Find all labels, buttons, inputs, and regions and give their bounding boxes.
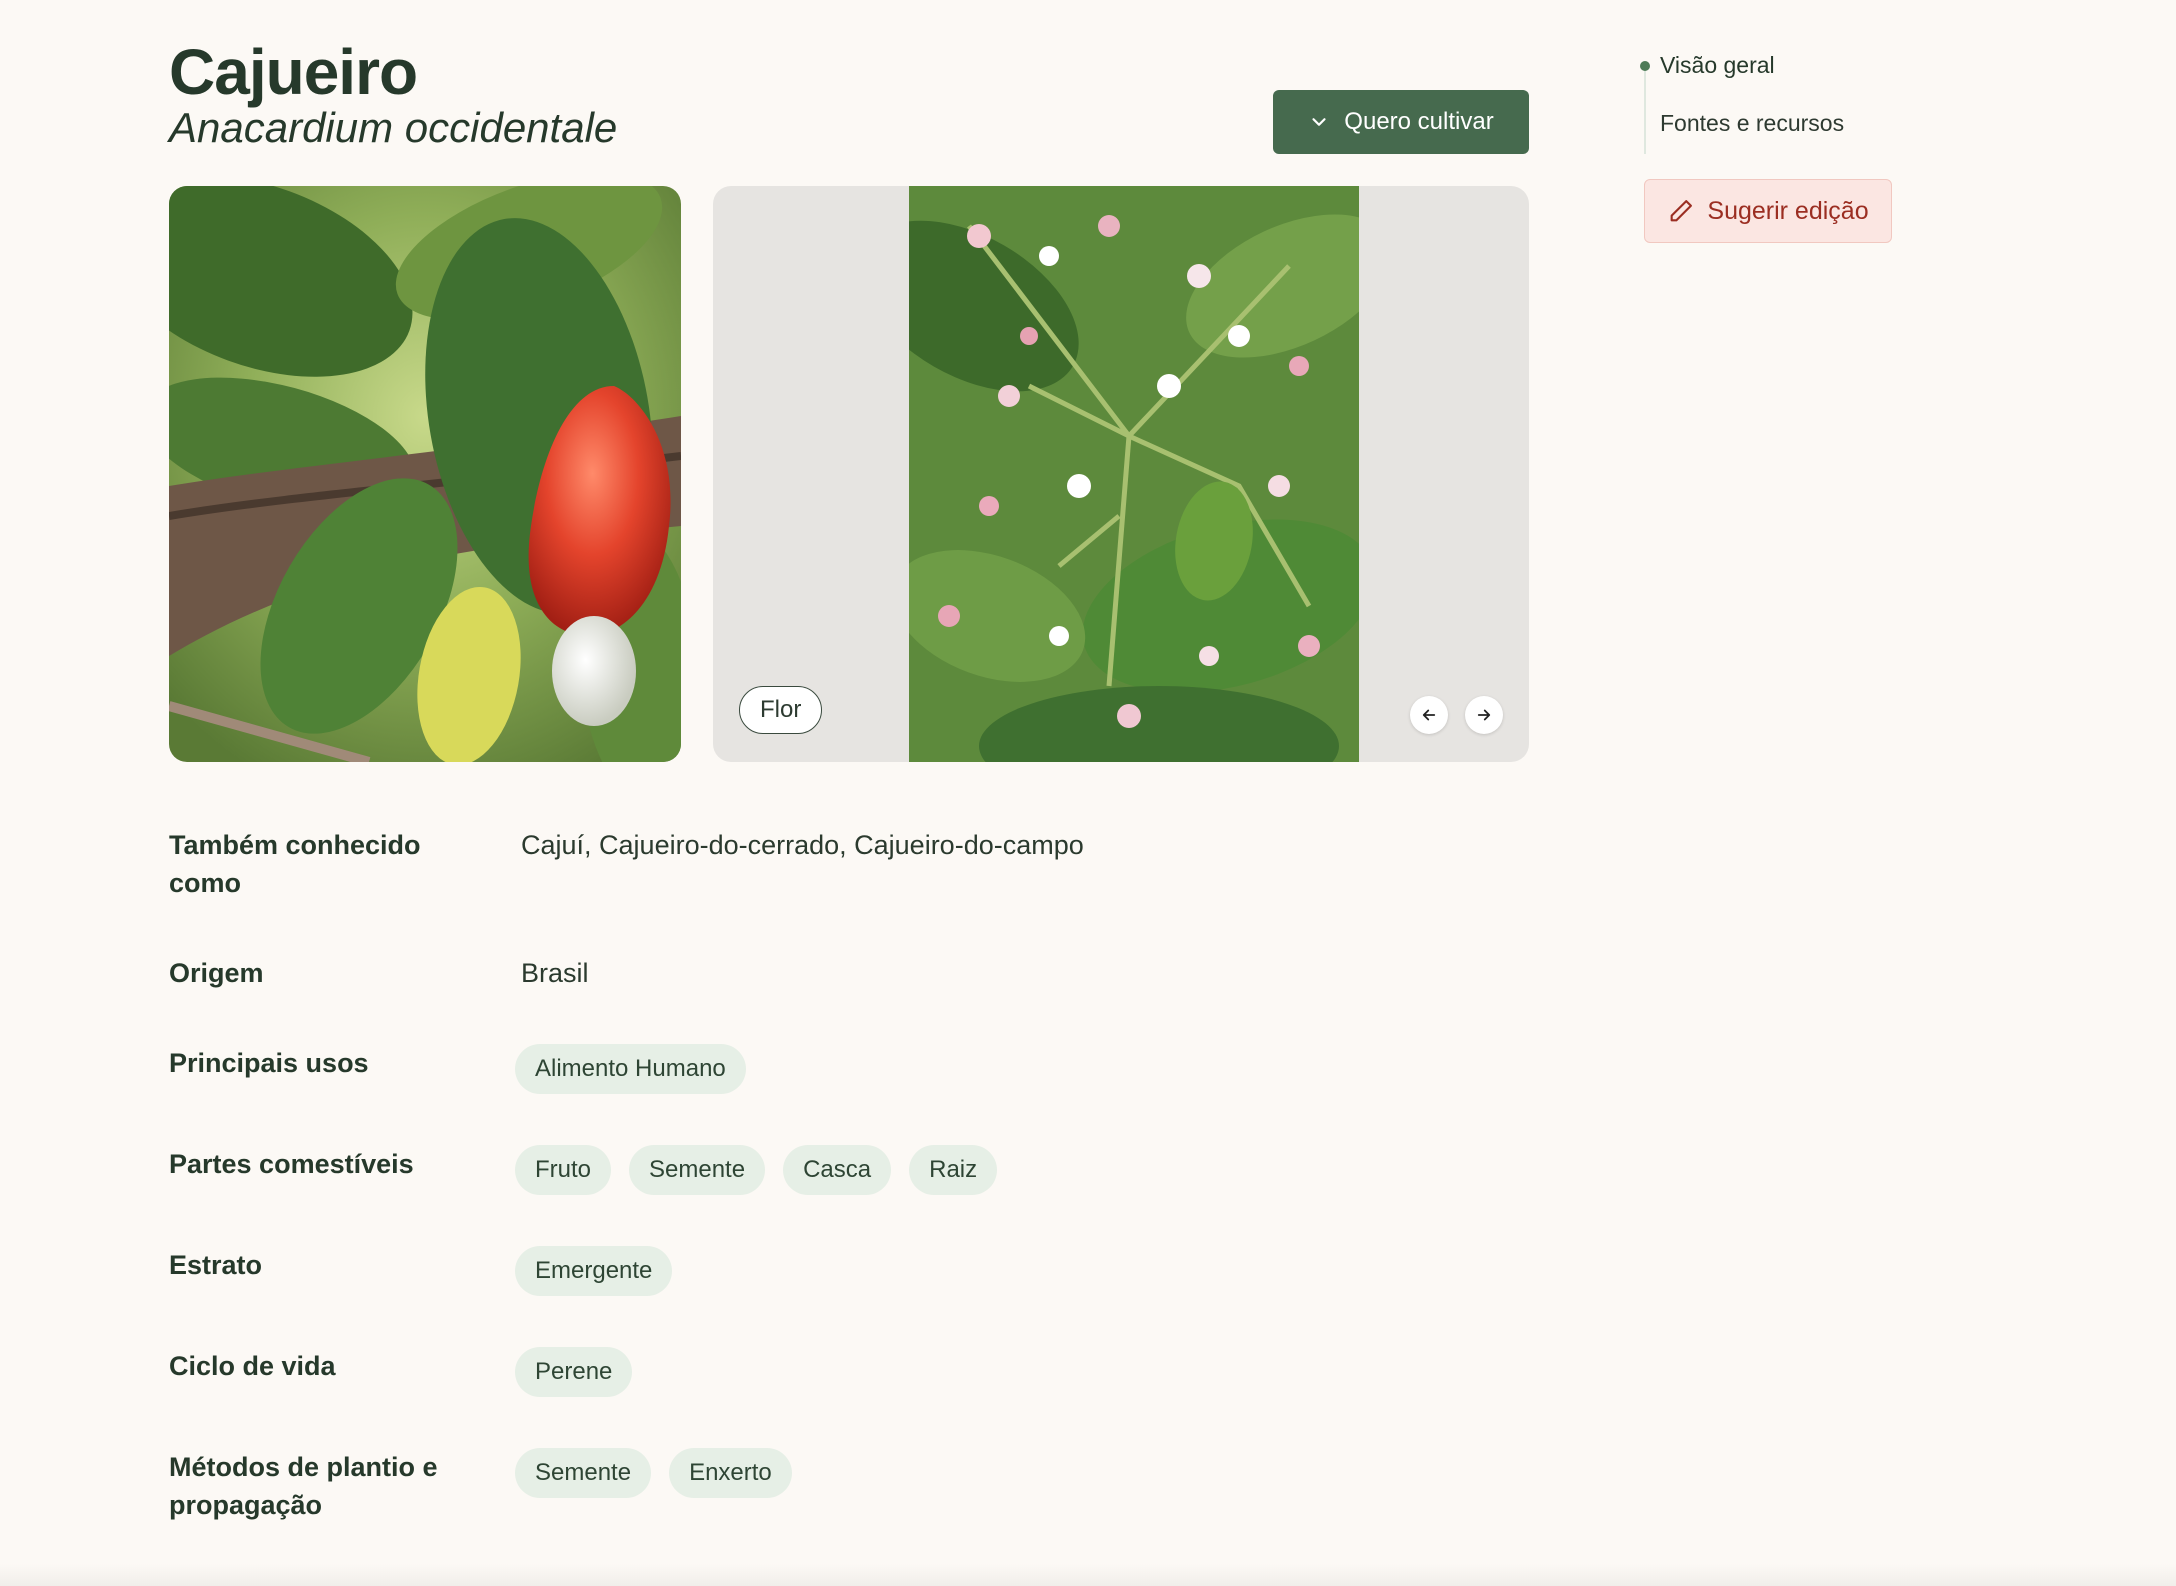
plant-common-name: Cajueiro (169, 36, 418, 108)
propagation-chip: Enxerto (669, 1448, 792, 1498)
edible-parts-label: Partes comestíveis (169, 1149, 414, 1179)
photo-carousel: Flor (713, 186, 1529, 762)
arrow-left-icon (1422, 709, 1436, 721)
cashew-fruit-photo (169, 186, 681, 762)
toc-track (1644, 70, 1646, 154)
propagation-label: Métodos de plantio e propagação (169, 1452, 438, 1520)
edible-part-chip: Raiz (909, 1145, 998, 1195)
photo-tag-chip: Flor (739, 686, 823, 734)
quero-cultivar-label: Quero cultivar (1344, 108, 1494, 135)
pencil-icon (1671, 200, 1693, 222)
propagation-chip: Semente (515, 1448, 652, 1498)
quero-cultivar-button[interactable]: Quero cultivar (1273, 90, 1529, 154)
uses-chips: Alimento Humano (515, 1044, 746, 1094)
stratum-chips: Emergente (515, 1246, 673, 1296)
life-cycle-chips: Perene (515, 1347, 633, 1397)
uses-label: Principais usos (169, 1048, 369, 1078)
cashew-flower-photo (859, 186, 1392, 762)
carousel-next-button[interactable] (1465, 696, 1503, 734)
chevron-down-icon (1312, 118, 1326, 126)
origin-label: Origem (169, 958, 264, 988)
plant-scientific-name: Anacardium occidentale (169, 104, 618, 151)
edible-part-chip: Semente (629, 1145, 766, 1195)
aka-value: Cajuí, Cajueiro-do-cerrado, Cajueiro-do-… (521, 830, 1084, 860)
edible-parts-chips: Fruto Semente Casca Raiz (515, 1145, 998, 1195)
use-chip: Alimento Humano (515, 1044, 746, 1094)
stratum-label: Estrato (169, 1250, 263, 1280)
bottom-fade (0, 1564, 2176, 1586)
edible-part-chip: Fruto (515, 1145, 612, 1195)
aka-label: Também conhecido como (169, 830, 421, 898)
life-cycle-label: Ciclo de vida (169, 1351, 336, 1381)
stratum-chip: Emergente (515, 1246, 673, 1296)
toc-item-visao-geral[interactable]: Visão geral (1660, 52, 1775, 79)
carousel-prev-button[interactable] (1410, 696, 1448, 734)
origin-value: Brasil (521, 958, 589, 988)
propagation-chips: Semente Enxerto (515, 1448, 792, 1498)
toc-item-fontes-recursos[interactable]: Fontes e recursos (1660, 110, 1844, 137)
suggest-edit-button[interactable]: Sugerir edição (1644, 179, 1892, 243)
edible-part-chip: Casca (783, 1145, 892, 1195)
toc-active-indicator (1640, 61, 1650, 71)
arrow-right-icon (1477, 709, 1491, 721)
life-cycle-chip: Perene (515, 1347, 633, 1397)
suggest-edit-label: Sugerir edição (1707, 196, 1869, 225)
